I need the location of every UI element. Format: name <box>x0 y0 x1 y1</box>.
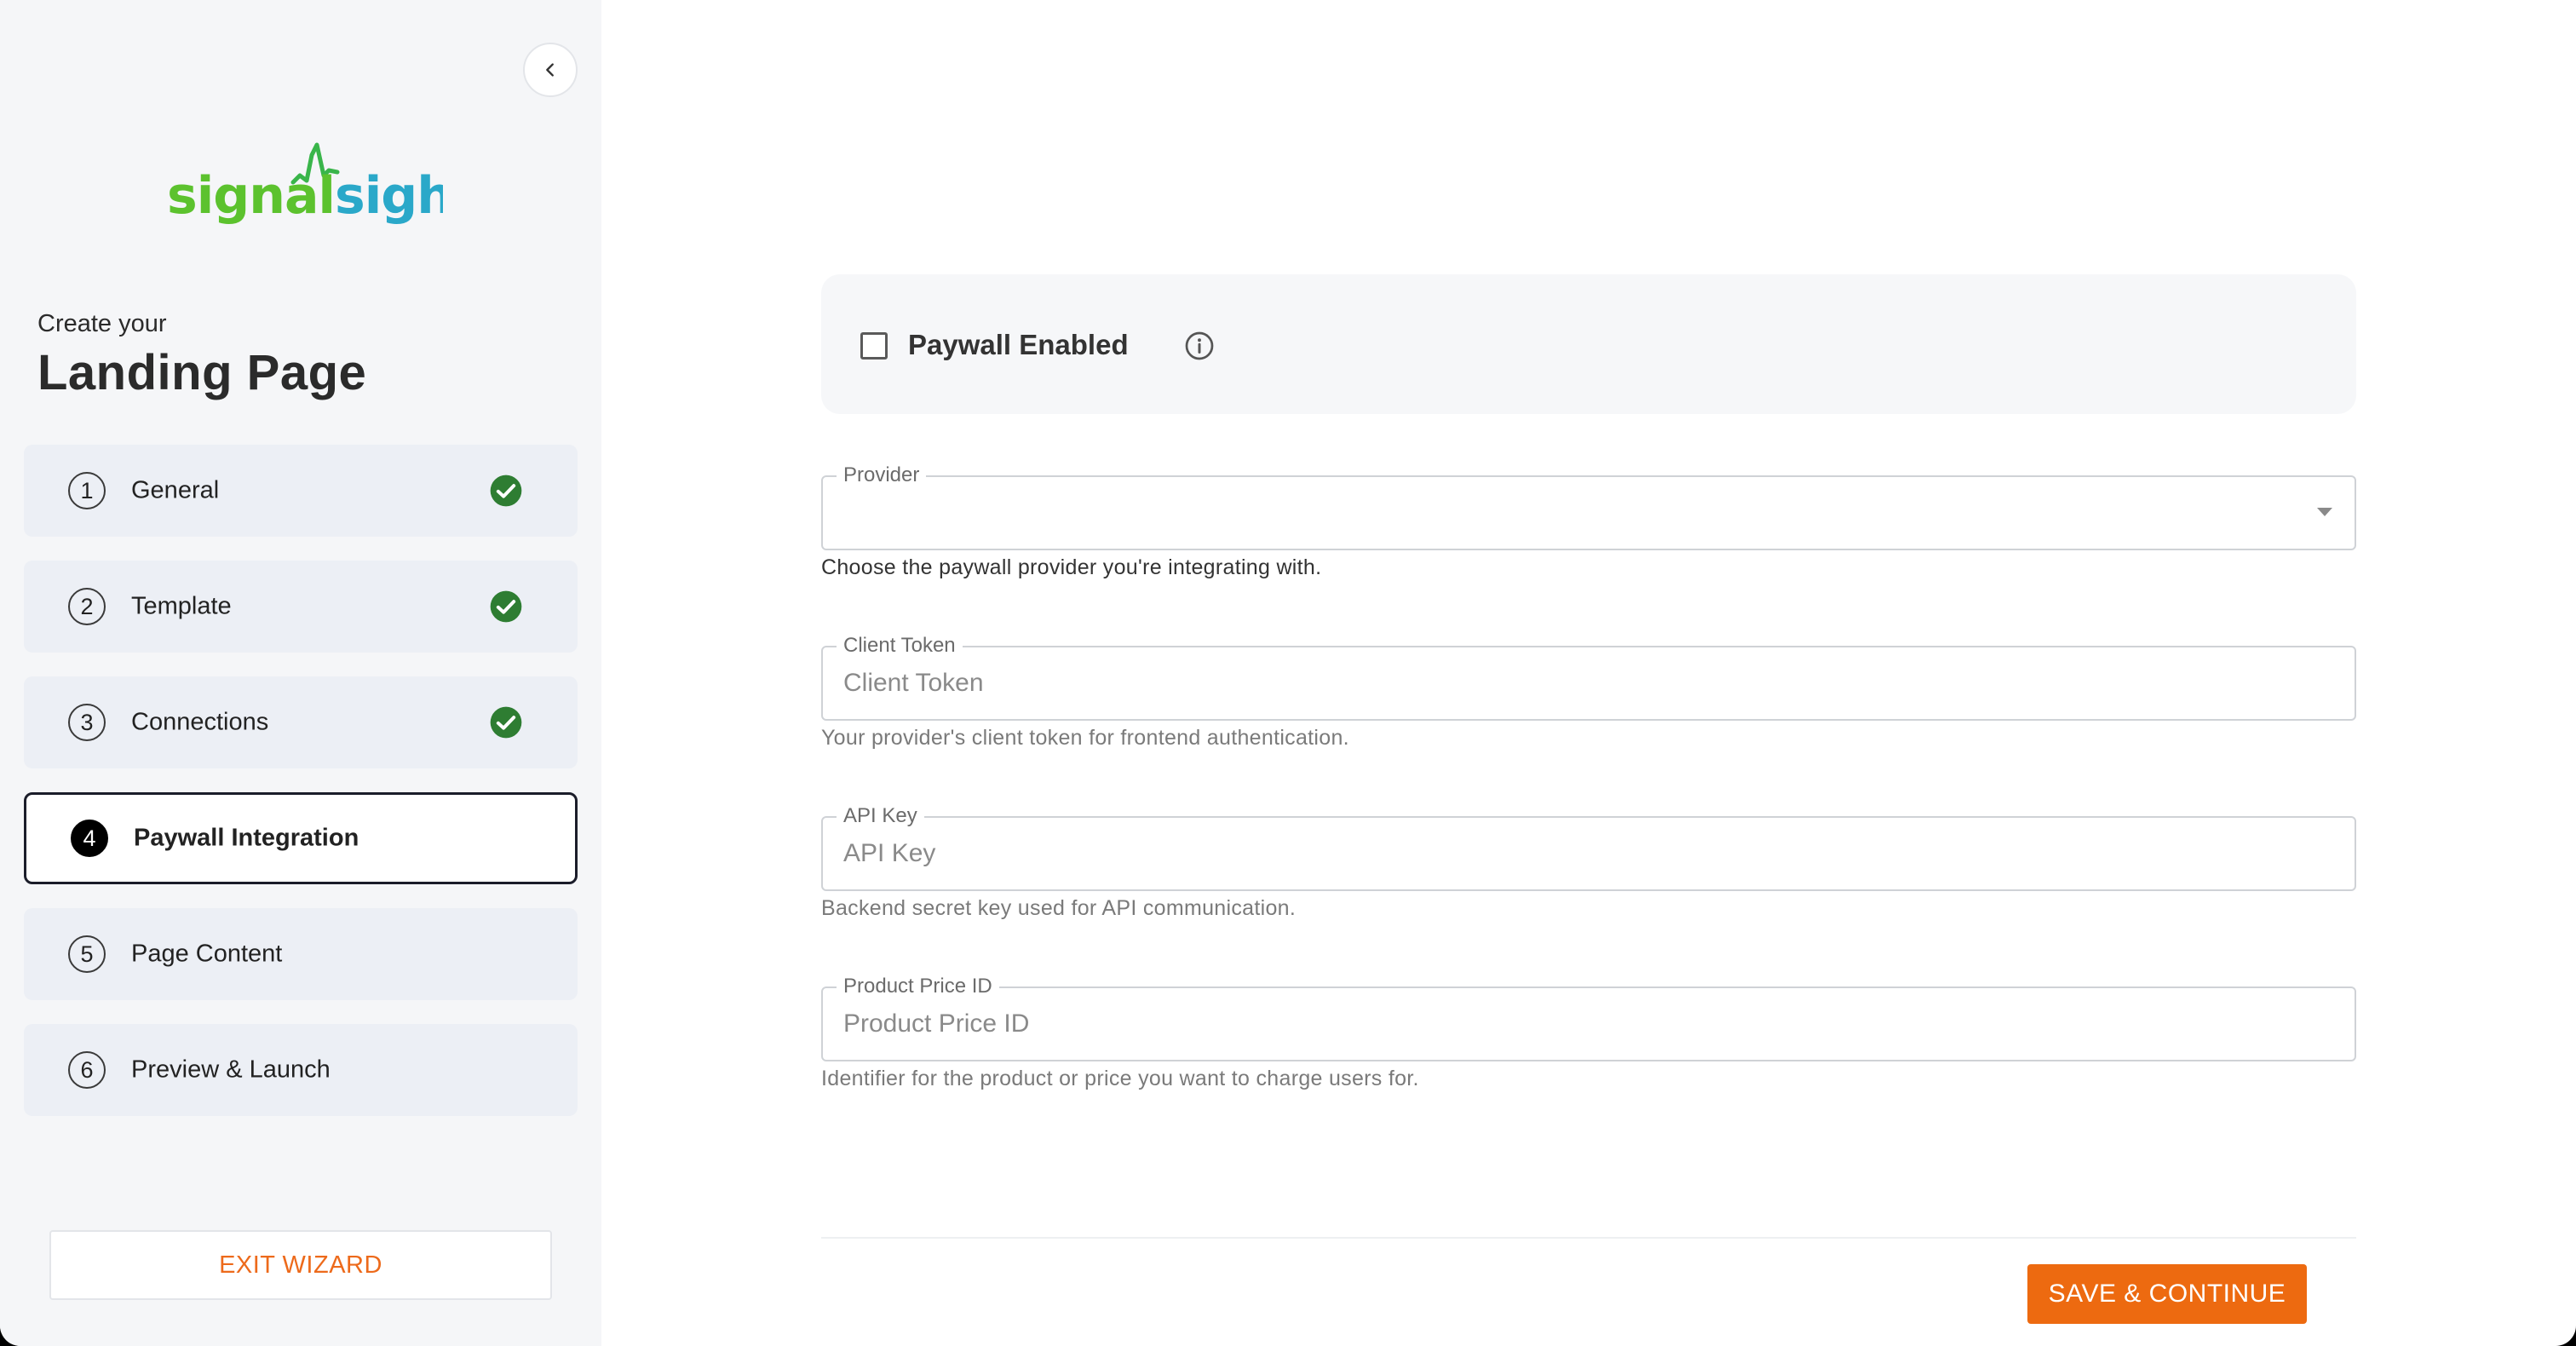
provider-select[interactable]: Provider <box>821 463 2356 550</box>
step-preview-launch[interactable]: 6 Preview & Launch <box>24 1024 578 1116</box>
step-number: 1 <box>68 472 106 509</box>
app-window: signalsight Create your Landing Page 1 G… <box>0 0 2576 1346</box>
step-number: 2 <box>68 588 106 625</box>
collapse-sidebar-button[interactable] <box>523 43 578 97</box>
paywall-enabled-label[interactable]: Paywall Enabled <box>908 329 1129 361</box>
product-price-id-input[interactable] <box>843 988 2326 1060</box>
step-page-content[interactable]: 5 Page Content <box>24 908 578 1000</box>
step-number: 6 <box>68 1051 106 1089</box>
footer-divider <box>821 1237 2356 1239</box>
api-key-field: API Key <box>821 804 2356 891</box>
client-token-field: Client Token <box>821 634 2356 721</box>
check-circle-icon <box>490 706 522 739</box>
product-price-id-field: Product Price ID <box>821 975 2356 1061</box>
wizard-sidebar: signalsight Create your Landing Page 1 G… <box>0 0 601 1346</box>
info-icon[interactable] <box>1184 331 1215 361</box>
step-template[interactable]: 2 Template <box>24 561 578 653</box>
api-key-input[interactable] <box>843 818 2326 889</box>
step-label: Connections <box>131 708 269 736</box>
check-circle-icon <box>490 590 522 623</box>
step-label: Page Content <box>131 940 283 968</box>
step-number: 4 <box>71 820 108 857</box>
step-general[interactable]: 1 General <box>24 445 578 537</box>
paywall-toggle-card: Paywall Enabled <box>821 274 2356 414</box>
client-token-input[interactable] <box>843 647 2326 719</box>
api-key-helper-text: Backend secret key used for API communic… <box>821 896 1297 920</box>
create-your-label: Create your <box>37 310 167 337</box>
paywall-enabled-checkbox[interactable] <box>860 332 888 360</box>
svg-text:signalsight: signalsight <box>167 166 443 226</box>
provider-label: Provider <box>837 463 927 487</box>
save-continue-button[interactable]: SAVE & CONTINUE <box>2027 1264 2307 1324</box>
brand-part-signal: signal <box>167 166 335 226</box>
step-label: General <box>131 476 220 504</box>
step-label: Template <box>131 592 232 620</box>
step-number: 5 <box>68 935 106 973</box>
step-connections[interactable]: 3 Connections <box>24 676 578 768</box>
step-label: Preview & Launch <box>131 1056 331 1084</box>
client-token-helper-text: Your provider's client token for fronten… <box>821 726 1349 750</box>
chevron-left-icon <box>546 63 554 77</box>
caret-down-icon <box>2317 508 2332 516</box>
exit-wizard-button[interactable]: EXIT WIZARD <box>49 1230 552 1300</box>
page-title: Landing Page <box>37 345 367 400</box>
brand-part-sight: sight <box>335 166 443 226</box>
signalsight-logo: signalsight <box>167 142 443 226</box>
product-price-id-helper-text: Identifier for the product or price you … <box>821 1067 1419 1090</box>
step-paywall-integration[interactable]: 4 Paywall Integration <box>24 792 578 884</box>
check-circle-icon <box>490 475 522 507</box>
step-number: 3 <box>68 704 106 741</box>
step-label: Paywall Integration <box>134 824 359 852</box>
provider-helper-text: Choose the paywall provider you're integ… <box>821 555 1322 579</box>
